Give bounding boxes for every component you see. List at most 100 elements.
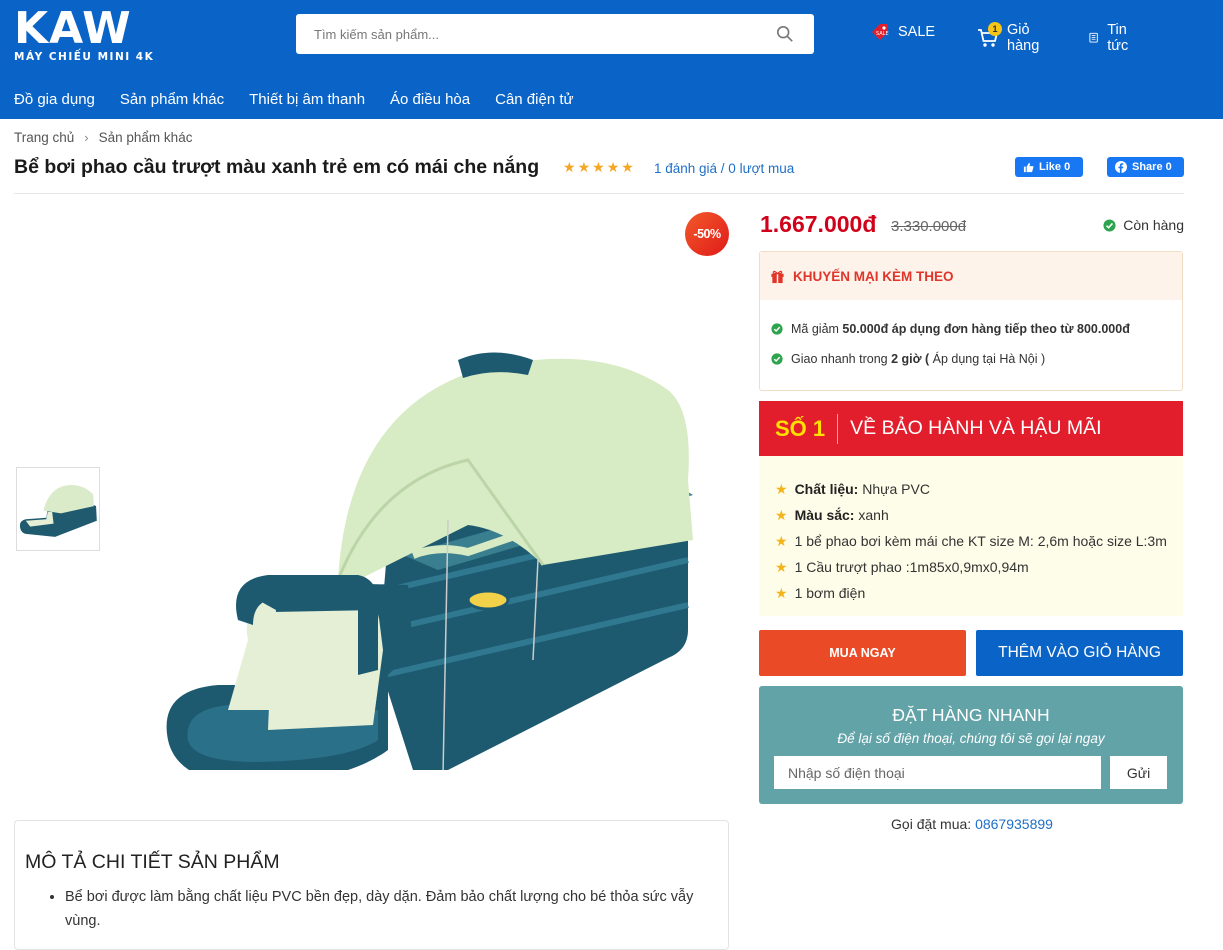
product-title: Bể bơi phao cầu trượt màu xanh trẻ em có…	[14, 156, 540, 178]
like-label: Like 0	[1039, 161, 1071, 173]
nav-item-thiet-bi-am-thanh[interactable]: Thiết bị âm thanh	[249, 91, 365, 108]
star-icon: ★	[621, 159, 634, 175]
quick-order-subtitle: Để lại số điện thoại, chúng tôi sẽ gọi l…	[837, 731, 1105, 746]
check-circle-icon	[771, 323, 783, 335]
warranty-item-value: 1 Cầu trượt phao :1m85x0,9mx0,94m	[794, 559, 1029, 575]
nav-item-ao-dieu-hoa[interactable]: Áo điều hòa	[390, 91, 470, 108]
warranty-rank: SỐ 1	[775, 415, 826, 441]
warranty-item: ★ Màu sắc: xanh	[775, 502, 1183, 528]
star-icon: ★	[775, 584, 788, 601]
add-to-cart-button[interactable]: THÊM VÀO GIỎ HÀNG	[976, 630, 1183, 676]
promo-box: KHUYẾN MẠI KÈM THEO Mã giảm 50.000đ áp d…	[759, 251, 1183, 391]
gallery-thumbnail[interactable]	[16, 467, 100, 551]
cart-icon-wrap: 1	[977, 22, 1002, 48]
warranty-item-text: Chất liệu: Nhựa PVC	[795, 481, 930, 497]
news-icon	[1089, 32, 1098, 43]
stock-status: Còn hàng	[1103, 217, 1184, 233]
cart-link[interactable]: 1 Giỏ hàng	[977, 22, 1039, 54]
warranty-item-key: Chất liệu:	[794, 481, 859, 497]
star-icon: ★	[592, 159, 605, 175]
warranty-item: ★ 1 bơm điện	[775, 580, 1183, 606]
site-header: KAW MÁY CHIẾU MINI 4K SALE SALE 1 Giỏ hà…	[0, 0, 1223, 119]
star-icon: ★	[775, 558, 788, 575]
cart-count-badge: 1	[988, 22, 1002, 36]
promo-item-suffix: Áp dụng tại Hà Nội )	[929, 352, 1046, 366]
star-icon: ★	[775, 480, 788, 497]
old-price: 3.330.000đ	[891, 218, 967, 235]
promo-header: KHUYẾN MẠI KÈM THEO	[760, 252, 1182, 300]
chevron-right-icon: ›	[84, 130, 89, 145]
buy-now-button[interactable]: MUA NGAY	[759, 630, 966, 676]
star-icon: ★	[775, 506, 788, 523]
discount-badge: -50%	[685, 212, 729, 256]
sale-label: SALE	[898, 24, 936, 40]
svg-text:SALE: SALE	[876, 31, 889, 37]
warranty-box: SỐ 1 VỀ BẢO HÀNH VÀ HẬU MÃI ★ Chất liệu: …	[759, 401, 1183, 616]
star-icon: ★	[775, 532, 788, 549]
rating-stars[interactable]: ★ ★ ★ ★ ★	[563, 160, 634, 174]
phone-link[interactable]: 0867935899	[975, 816, 1053, 832]
product-main-image[interactable]	[148, 330, 708, 770]
promo-item: Giao nhanh trong 2 giờ ( Áp dụng tại Hà …	[771, 352, 1045, 366]
star-icon: ★	[563, 159, 576, 175]
warranty-item: ★ 1 Cầu trượt phao :1m85x0,9mx0,94m	[775, 554, 1183, 580]
search-box	[296, 14, 814, 54]
description-list: Bể bơi được làm bằng chất liệu PVC bền đ…	[65, 885, 715, 933]
product-gallery: -50%	[14, 205, 730, 805]
description-title: MÔ TẢ CHI TIẾT SẢN PHẨM	[25, 851, 280, 873]
quick-order-title: ĐẶT HÀNG NHANH	[892, 705, 1050, 725]
sale-link[interactable]: SALE SALE	[870, 22, 935, 42]
warranty-item-value: Nhựa PVC	[858, 481, 930, 497]
stock-label: Còn hàng	[1123, 217, 1184, 233]
star-icon: ★	[577, 159, 591, 175]
promo-item-bold: 50.000đ áp dụng đơn hàng tiếp theo từ 80…	[842, 322, 1130, 336]
nav-item-can-dien-tu[interactable]: Cân điện tử	[495, 91, 573, 108]
facebook-like-button[interactable]: Like 0	[1015, 157, 1083, 177]
product-title-row: Bể bơi phao cầu trượt màu xanh trẻ em có…	[14, 156, 1184, 194]
quick-order-box: ĐẶT HÀNG NHANH Để lại số điện thoại, chú…	[759, 686, 1183, 804]
warranty-item-key: Màu sắc:	[794, 507, 855, 523]
thumbs-up-icon	[1023, 162, 1034, 172]
send-button[interactable]: Gửi	[1110, 756, 1167, 789]
divider	[837, 413, 839, 444]
warranty-list: ★ Chất liệu: Nhựa PVC ★ Màu sắc: xanh ★ 1 b…	[759, 456, 1183, 606]
site-logo[interactable]: KAW MÁY CHIẾU MINI 4K	[14, 3, 155, 64]
cart-label: Giỏ hàng	[1007, 22, 1040, 54]
promo-item-prefix: Mã giảm	[791, 322, 843, 336]
warranty-item: ★ Chất liệu: Nhựa PVC	[775, 476, 1183, 502]
sale-tag-icon: SALE	[872, 24, 889, 40]
search-input[interactable]	[314, 14, 754, 54]
promo-item-text: Mã giảm 50.000đ áp dụng đơn hàng tiếp th…	[791, 322, 1130, 336]
description-item: Bể bơi được làm bằng chất liệu PVC bền đ…	[65, 885, 715, 933]
nav-item-san-pham-khac[interactable]: Sản phẩm khác	[120, 91, 224, 108]
breadcrumb-category[interactable]: Sản phẩm khác	[99, 130, 193, 145]
phone-input[interactable]	[774, 756, 1101, 789]
gift-icon	[771, 270, 784, 283]
promo-item-prefix: Giao nhanh trong	[791, 352, 892, 366]
price-row: 1.667.000đ 3.330.000đ Còn hàng	[760, 209, 1184, 241]
logo-text: KAW	[14, 3, 132, 54]
promo-item-bold: 2 giờ (	[891, 352, 930, 366]
nav-item-do-gia-dung[interactable]: Đồ gia dụng	[14, 91, 95, 108]
search-icon[interactable]	[776, 25, 794, 43]
promo-item: Mã giảm 50.000đ áp dụng đơn hàng tiếp th…	[771, 322, 1130, 336]
breadcrumb-home[interactable]: Trang chủ	[14, 130, 74, 145]
breadcrumb: Trang chủ › Sản phẩm khác	[14, 130, 192, 145]
warranty-header: SỐ 1 VỀ BẢO HÀNH VÀ HẬU MÃI	[759, 401, 1183, 456]
rating-summary[interactable]: 1 đánh giá / 0 lượt mua	[654, 161, 794, 176]
warranty-item-value: xanh	[854, 507, 889, 523]
news-label: Tin tức	[1107, 22, 1129, 54]
current-price: 1.667.000đ	[760, 211, 877, 237]
warranty-item-text: Màu sắc: xanh	[795, 507, 889, 523]
main-nav: Đồ gia dụng Sản phẩm khác Thiết bị âm th…	[14, 91, 599, 108]
logo-tagline: MÁY CHIẾU MINI 4K	[14, 51, 155, 63]
warranty-item-value: 1 bơm điện	[794, 585, 866, 601]
product-description: MÔ TẢ CHI TIẾT SẢN PHẨM Bể bơi được làm …	[14, 820, 729, 950]
promo-title: KHUYẾN MẠI KÈM THEO	[793, 268, 954, 284]
news-link[interactable]: Tin tức	[1088, 22, 1135, 54]
facebook-share-button[interactable]: Share 0	[1107, 157, 1184, 177]
check-circle-icon	[1103, 218, 1116, 232]
warranty-item: ★ 1 bể phao bơi kèm mái che KT size M: 2,…	[775, 528, 1183, 554]
call-label: Gọi đặt mua:	[891, 816, 976, 832]
warranty-item-value: 1 bể phao bơi kèm mái che KT size M: 2,6…	[794, 533, 1167, 549]
